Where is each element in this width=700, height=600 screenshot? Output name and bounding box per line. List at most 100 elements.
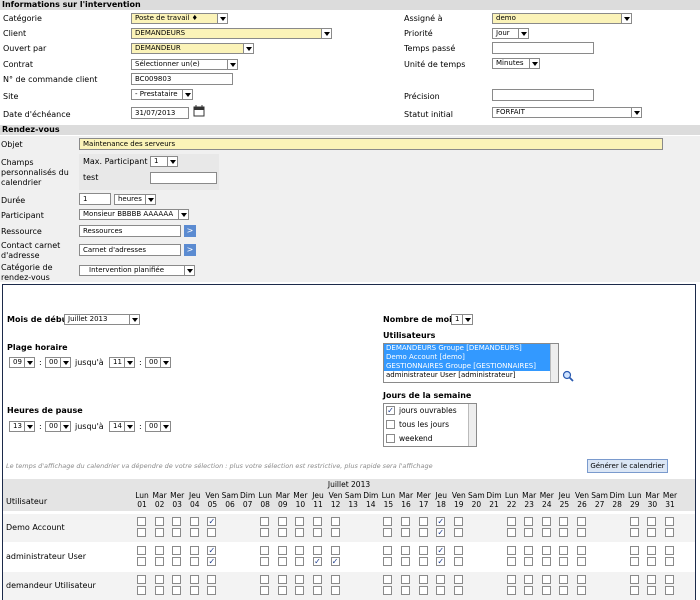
calendar-checkbox[interactable] [172,528,182,537]
calendar-checkbox[interactable] [577,557,586,566]
calendar-checkbox[interactable] [260,546,270,555]
calendar-checkbox[interactable] [647,546,657,555]
calendar-checkbox[interactable] [313,517,322,526]
calendar-checkbox[interactable] [154,517,164,526]
calendar-checkbox[interactable] [559,575,569,584]
list-item[interactable]: administrateur User [administrateur] [384,371,558,380]
calendar-checkbox[interactable] [524,575,534,584]
unite-select[interactable]: Minutes [492,58,540,69]
calendar-checkbox[interactable] [541,546,551,555]
calendar-checkbox[interactable] [172,546,182,555]
calendar-checkbox[interactable] [665,557,674,566]
calendar-checkbox[interactable] [541,517,551,526]
plage-h2-select[interactable]: 11 [109,357,135,368]
cat-rdv-select[interactable]: Intervention planifiée [79,265,195,276]
calendar-checkbox[interactable] [137,575,146,584]
calendar-checkbox[interactable] [154,586,164,595]
calendar-checkbox[interactable] [647,586,657,595]
calendar-checkbox[interactable] [295,557,305,566]
list-item[interactable]: DEMANDEURS Groupe [DEMANDEURS] [384,344,558,353]
precision-input[interactable] [492,89,594,101]
calendar-icon[interactable] [193,105,205,117]
calendar-checkbox[interactable] [418,546,428,555]
client-select[interactable]: DEMANDEURS [131,28,332,39]
calendar-checkbox[interactable] [313,575,322,584]
calendar-checkbox[interactable]: ✓ [313,557,322,566]
calendar-checkbox[interactable] [313,528,322,537]
calendar-checkbox[interactable] [189,517,199,526]
calendar-checkbox[interactable] [541,575,551,584]
calendar-checkbox[interactable] [207,528,217,537]
calendar-checkbox[interactable]: ✓ [207,557,217,566]
calendar-checkbox[interactable] [260,575,270,584]
mois-debut-select[interactable]: Juillet 2013 [64,314,140,325]
calendar-checkbox[interactable] [577,546,586,555]
calendar-checkbox[interactable] [436,575,446,584]
calendar-checkbox[interactable] [665,517,674,526]
calendar-checkbox[interactable]: ✓ [436,528,446,537]
calendar-checkbox[interactable] [629,586,639,595]
calendar-checkbox[interactable] [665,528,674,537]
calendar-checkbox[interactable] [629,575,639,584]
assigne-select[interactable]: demo [492,13,632,24]
calendar-checkbox[interactable] [330,546,340,555]
calendar-checkbox[interactable] [401,528,410,537]
calendar-checkbox[interactable] [154,557,164,566]
calendar-checkbox[interactable] [313,546,322,555]
calendar-checkbox[interactable] [295,575,305,584]
calendar-checkbox[interactable] [383,575,393,584]
calendar-checkbox[interactable] [524,557,534,566]
calendar-checkbox[interactable] [260,528,270,537]
calendar-checkbox[interactable] [330,517,340,526]
calendar-checkbox[interactable] [330,575,340,584]
scrollbar[interactable] [468,404,476,446]
ouvert-select[interactable]: DEMANDEUR [131,43,254,54]
calendar-checkbox[interactable] [506,517,516,526]
calendar-checkbox[interactable] [577,586,586,595]
ressource-input[interactable]: Ressources [79,225,181,237]
calendar-checkbox[interactable] [453,517,463,526]
calendar-checkbox[interactable] [189,586,199,595]
calendar-checkbox[interactable] [277,586,287,595]
calendar-checkbox[interactable] [295,528,305,537]
calendar-checkbox[interactable] [665,575,674,584]
calendar-checkbox[interactable] [647,528,657,537]
calendar-checkbox[interactable] [189,575,199,584]
max-participant-select[interactable]: 1 [150,156,178,167]
calendar-checkbox[interactable] [330,586,340,595]
calendar-checkbox[interactable] [559,546,569,555]
calendar-checkbox[interactable] [506,546,516,555]
calendar-checkbox[interactable] [577,575,586,584]
calendar-checkbox[interactable] [453,546,463,555]
calendar-checkbox[interactable] [295,517,305,526]
pause-m1-select[interactable]: 00 [45,421,71,432]
calendar-checkbox[interactable] [506,528,516,537]
echeance-input[interactable]: 31/07/2013 [131,107,189,119]
calendar-checkbox[interactable] [207,586,217,595]
calendar-checkbox[interactable] [277,546,287,555]
calendar-checkbox[interactable] [277,528,287,537]
checkbox-weekend[interactable] [386,434,395,443]
calendar-checkbox[interactable] [647,517,657,526]
calendar-checkbox[interactable] [260,557,270,566]
calendar-checkbox[interactable] [154,575,164,584]
objet-input[interactable]: Maintenance des serveurs [79,138,663,150]
calendar-checkbox[interactable] [295,546,305,555]
duree-unit-select[interactable]: heures [114,194,156,205]
calendar-checkbox[interactable]: ✓ [436,557,446,566]
calendar-checkbox[interactable] [524,528,534,537]
calendar-checkbox[interactable] [154,528,164,537]
ressource-arrow-button[interactable]: > [184,225,196,237]
participant-select[interactable]: Monsieur BBBBB AAAAAA [79,209,189,220]
calendar-checkbox[interactable] [137,528,146,537]
calendar-checkbox[interactable] [277,575,287,584]
calendar-checkbox[interactable] [383,557,393,566]
calendar-checkbox[interactable]: ✓ [436,517,446,526]
calendar-checkbox[interactable] [524,586,534,595]
calendar-checkbox[interactable]: ✓ [207,517,217,526]
calendar-checkbox[interactable] [172,517,182,526]
calendar-checkbox[interactable] [506,586,516,595]
list-item[interactable]: GESTIONNAIRES Groupe [GESTIONNAIRES] [384,362,558,371]
site-select[interactable]: - Prestataire [131,89,193,100]
calendar-checkbox[interactable] [330,528,340,537]
